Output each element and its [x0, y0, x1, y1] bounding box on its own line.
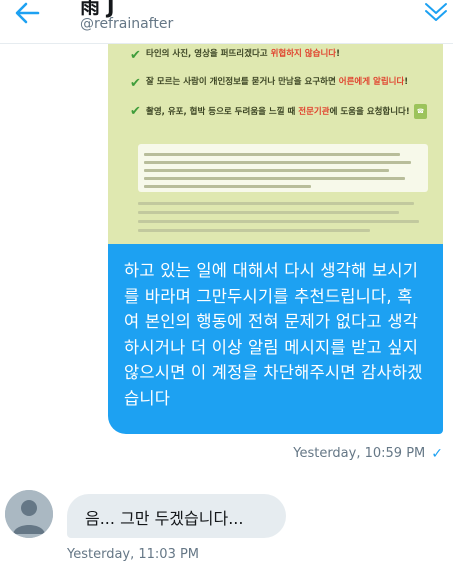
arrow-left-icon: [15, 2, 40, 24]
avatar[interactable]: [5, 490, 53, 538]
read-checkmark-icon: ✓: [431, 445, 443, 462]
conversation-handle[interactable]: @refrainafter: [80, 16, 173, 32]
media-line: ✔ 타인의 사진, 영상을 퍼뜨리겠다고 위협하지 않습니다!: [130, 48, 340, 63]
media-note-box: [138, 144, 428, 192]
checkmark-icon: ✔: [130, 76, 141, 91]
media-line: ✔ 잘 모르는 사람이 개인정보를 묻거나 만남을 요구하면 어른에게 알립니다…: [130, 76, 409, 91]
checkmark-icon: ✔: [130, 104, 141, 119]
details-button[interactable]: [423, 0, 449, 24]
default-avatar-icon: [5, 490, 53, 538]
sent-message-meta: Yesterday, 10:59 PM ✓: [293, 446, 443, 461]
message-media-image[interactable]: ✔ 타인의 사진, 영상을 퍼뜨리겠다고 위협하지 않습니다! ✔ 잘 모르는 …: [108, 44, 443, 244]
conversation-header: 雨 J @refrainafter: [0, 0, 453, 44]
media-badge: ☎: [413, 104, 428, 119]
back-button[interactable]: [14, 2, 44, 28]
media-line: ✔ 촬영, 유포, 협박 등으로 두려움을 느낄 때 전문기관에 도움을 요청합…: [130, 104, 429, 120]
chevron-down-icon: [425, 3, 447, 21]
sent-message-bubble[interactable]: 하고 있는 일에 대해서 다시 생각해 보시기를 바라며 그만두시기를 추천드립…: [108, 244, 443, 434]
sent-timestamp: Yesterday, 10:59 PM: [293, 446, 426, 461]
received-timestamp: Yesterday, 11:03 PM: [67, 547, 200, 562]
media-footnote: [138, 196, 428, 238]
checkmark-icon: ✔: [130, 48, 141, 63]
received-message-bubble[interactable]: 음... 그만 두겠습니다...: [67, 494, 286, 538]
